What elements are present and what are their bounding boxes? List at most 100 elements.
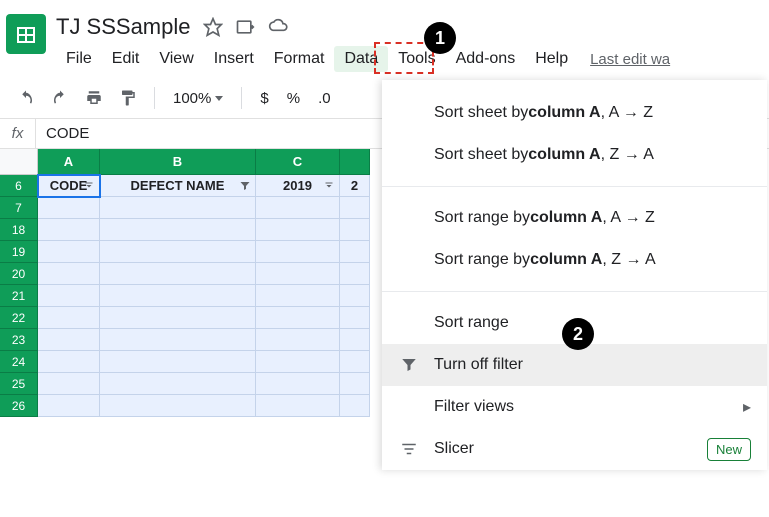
row-header[interactable]: 23 [0,329,38,351]
menu-insert[interactable]: Insert [204,46,264,72]
filter-icon[interactable] [83,180,95,192]
cell[interactable] [340,219,370,241]
cell[interactable] [100,351,256,373]
redo-button[interactable] [46,84,74,112]
cell[interactable] [100,241,256,263]
menu-sort-range[interactable]: Sort range [382,302,767,344]
cell[interactable] [256,329,340,351]
cell[interactable] [256,241,340,263]
menu-tools[interactable]: Tools [388,46,445,72]
filter-icon[interactable] [323,180,335,192]
row-header[interactable]: 25 [0,373,38,395]
last-edit-link[interactable]: Last edit wa [590,51,670,68]
row-header[interactable]: 19 [0,241,38,263]
menu-sort-range-za[interactable]: Sort range by column A, Z → A [382,239,767,281]
cell[interactable] [340,263,370,285]
cell-C6[interactable]: 2019 [256,175,340,197]
cell-text: 2019 [283,178,312,193]
menu-format[interactable]: Format [264,46,335,72]
cell[interactable] [340,285,370,307]
cell[interactable] [256,219,340,241]
row-header[interactable]: 18 [0,219,38,241]
row-header[interactable]: 7 [0,197,38,219]
menu-view[interactable]: View [149,46,203,72]
col-header-A[interactable]: A [38,149,100,175]
move-icon[interactable] [235,17,255,37]
cell[interactable] [38,197,100,219]
cell[interactable] [256,373,340,395]
menu-addons[interactable]: Add-ons [446,46,526,72]
row-header[interactable]: 24 [0,351,38,373]
row-header[interactable]: 20 [0,263,38,285]
cell-B6[interactable]: DEFECT NAME [100,175,256,197]
menu-text: , A → Z [602,209,654,227]
cell[interactable] [100,263,256,285]
cell[interactable] [340,351,370,373]
fx-icon[interactable]: fx [0,119,36,148]
row-header[interactable]: 22 [0,307,38,329]
undo-button[interactable] [12,84,40,112]
cell[interactable] [38,263,100,285]
sheets-logo[interactable] [6,14,46,54]
cell[interactable] [256,285,340,307]
cell[interactable] [340,395,370,417]
cell[interactable] [256,263,340,285]
menu-help[interactable]: Help [525,46,578,72]
row-header[interactable]: 6 [0,175,38,197]
data-menu-dropdown: Sort sheet by column A, A → Z Sort sheet… [382,80,767,470]
decimal-button[interactable]: .0 [312,90,337,107]
currency-button[interactable]: $ [254,90,274,107]
cell-A6[interactable]: CODE [38,175,100,197]
cell[interactable] [100,285,256,307]
cell[interactable] [38,219,100,241]
cell[interactable] [100,329,256,351]
menu-filter-views[interactable]: Filter views ▸ [382,386,767,428]
menu-slicer[interactable]: Slicer New [382,428,767,470]
menu-data[interactable]: Data [334,46,388,72]
cell[interactable] [256,395,340,417]
row-header[interactable]: 26 [0,395,38,417]
formula-input[interactable]: CODE [36,125,89,142]
menu-turn-off-filter[interactable]: Turn off filter [382,344,767,386]
menu-sort-sheet-za[interactable]: Sort sheet by column A, Z → A [382,134,767,176]
paint-format-button[interactable] [114,84,142,112]
cell[interactable] [340,373,370,395]
cell[interactable] [38,307,100,329]
cell[interactable] [100,197,256,219]
print-button[interactable] [80,84,108,112]
percent-button[interactable]: % [281,90,306,107]
cell[interactable] [38,351,100,373]
cell[interactable] [38,329,100,351]
cloud-icon[interactable] [267,17,289,37]
cell[interactable] [256,351,340,373]
col-header-B[interactable]: B [100,149,256,175]
zoom-selector[interactable]: 100% [167,90,229,107]
cell[interactable] [340,197,370,219]
menu-edit[interactable]: Edit [102,46,150,72]
cell[interactable] [340,307,370,329]
select-all-corner[interactable] [0,149,38,175]
row-header[interactable]: 21 [0,285,38,307]
col-header-D[interactable] [340,149,370,175]
cell[interactable] [340,241,370,263]
doc-title[interactable]: TJ SSSample [56,14,191,40]
menu-file[interactable]: File [56,46,102,72]
col-header-C[interactable]: C [256,149,340,175]
cell[interactable] [38,373,100,395]
menu-sort-range-az[interactable]: Sort range by column A, A → Z [382,197,767,239]
cell[interactable] [340,329,370,351]
cell[interactable] [100,395,256,417]
menu-text: Slicer [434,440,474,458]
cell[interactable] [256,307,340,329]
cell[interactable] [100,307,256,329]
cell[interactable] [38,241,100,263]
cell[interactable] [100,219,256,241]
star-icon[interactable] [203,17,223,37]
cell[interactable] [38,285,100,307]
filter-icon[interactable] [239,180,251,192]
cell[interactable] [256,197,340,219]
cell[interactable] [100,373,256,395]
menu-sort-sheet-az[interactable]: Sort sheet by column A, A → Z [382,92,767,134]
cell[interactable] [38,395,100,417]
cell-D6[interactable]: 2 [340,175,370,197]
